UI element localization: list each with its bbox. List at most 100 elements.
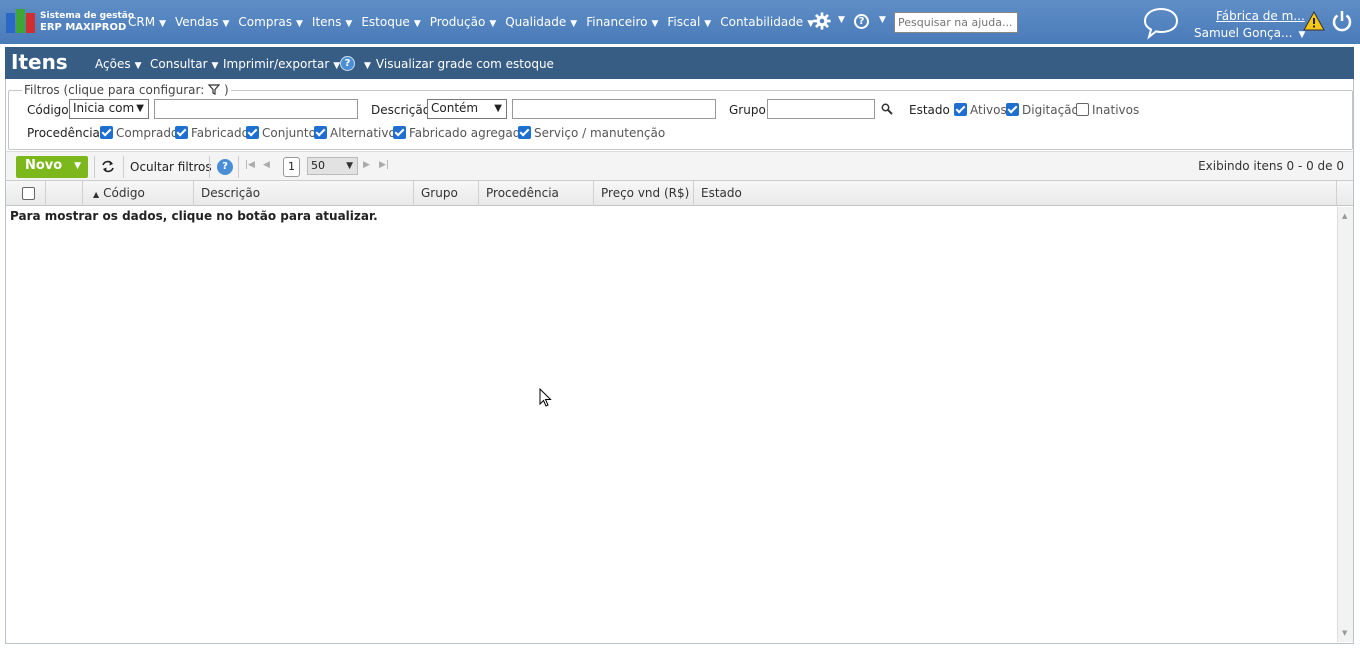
filters-legend[interactable]: Filtros (clique para configurar: ) (22, 83, 231, 97)
menu-fiscal[interactable]: Fiscal ▼ (667, 15, 711, 29)
help-search-input[interactable] (894, 12, 1018, 33)
scroll-up-icon[interactable]: ▲ (1342, 212, 1347, 220)
origin-alternativo-label: Alternativo (330, 126, 396, 140)
gear-chevron-down-icon[interactable]: ▼ (838, 15, 845, 25)
erp-logo-icon[interactable] (6, 9, 36, 35)
toolbar-divider (238, 156, 239, 178)
menu-consultar-label: Consultar (150, 57, 208, 71)
first-page-icon[interactable]: |◀ (245, 160, 255, 170)
chevron-down-icon: ▼ (413, 19, 421, 29)
column-header-grupo[interactable]: Grupo (414, 181, 479, 206)
code-filter-mode-select[interactable]: Inicia com ▼ (69, 99, 149, 119)
filters-legend-close: ) (223, 83, 229, 97)
menu-contabilidade[interactable]: Contabilidade ▼ (720, 15, 814, 29)
help-icon[interactable]: ? (340, 56, 355, 71)
page-size-select[interactable]: 50 ▼ (307, 157, 358, 175)
brand-line-2: ERP MAXIPROD (40, 22, 127, 33)
chevron-down-icon: ▼ (570, 19, 578, 29)
column-header-codigo[interactable]: ▲ Código (83, 181, 194, 206)
menu-consultar[interactable]: Consultar ▼ (150, 57, 218, 71)
last-page-icon[interactable]: ▶| (379, 160, 389, 170)
origin-comprado-checkbox[interactable] (100, 126, 113, 139)
view-stock-grid-label: Visualizar grade com estoque (375, 57, 554, 71)
origin-fabricado-checkbox[interactable] (175, 126, 188, 139)
select-all-checkbox[interactable] (22, 187, 35, 200)
chevron-down-icon: ▼ (364, 61, 371, 71)
origin-conjunto-checkbox[interactable] (246, 126, 259, 139)
brand-name: Sistema de gestão ERP MAXIPROD (40, 10, 134, 34)
menu-producao[interactable]: Produção ▼ (430, 15, 496, 29)
menu-vendas-label: Vendas (175, 15, 219, 29)
menu-financeiro[interactable]: Financeiro ▼ (586, 15, 658, 29)
menu-estoque[interactable]: Estoque ▼ (361, 15, 420, 29)
state-inativos-checkbox[interactable] (1076, 103, 1089, 116)
menu-qualidade[interactable]: Qualidade ▼ (505, 15, 577, 29)
menu-imprimir-exportar-label: Imprimir/exportar (223, 57, 330, 71)
description-filter-input[interactable] (512, 99, 716, 119)
chevron-down-icon: ▼ (489, 19, 497, 29)
state-digitacao-label: Digitação (1022, 103, 1079, 117)
chevron-down-icon: ▼ (211, 61, 219, 71)
menu-itens[interactable]: Itens ▼ (312, 15, 352, 29)
page-title: Itens (11, 50, 68, 74)
chevron-down-icon: ▼ (134, 61, 142, 71)
state-digitacao-checkbox[interactable] (1006, 103, 1019, 116)
column-header-procedencia[interactable]: Procedência (479, 181, 594, 206)
menu-estoque-label: Estoque (361, 15, 410, 29)
page-size-value: 50 (311, 159, 325, 172)
previous-page-icon[interactable]: ◀ (263, 160, 270, 170)
filter-icon[interactable] (207, 84, 221, 95)
menu-compras-label: Compras (238, 15, 292, 29)
menu-contabilidade-label: Contabilidade (720, 15, 804, 29)
menu-itens-label: Itens (311, 15, 342, 29)
user-menu[interactable]: Samuel Gonça... ▼ (1194, 26, 1305, 40)
warning-icon[interactable] (1303, 11, 1325, 31)
view-stock-grid-link[interactable]: ▼ Visualizar grade com estoque (364, 57, 554, 71)
scroll-down-icon[interactable]: ▼ (1342, 629, 1347, 637)
description-filter-mode-select[interactable]: Contém ▼ (427, 99, 507, 119)
menu-acoes[interactable]: Ações ▼ (95, 57, 142, 71)
group-filter-input[interactable] (767, 99, 875, 119)
refresh-icon[interactable] (101, 160, 115, 173)
column-header-descricao[interactable]: Descrição (194, 181, 414, 206)
page-number-input[interactable]: 1 (283, 157, 300, 177)
next-page-icon[interactable]: ▶ (363, 160, 370, 170)
power-icon[interactable] (1331, 9, 1353, 33)
chevron-down-icon: ▼ (651, 19, 659, 29)
origin-fabricado-agregado-checkbox[interactable] (393, 126, 406, 139)
menu-producao-label: Produção (429, 15, 486, 29)
actions-column-header (46, 181, 83, 206)
code-filter-mode-value: Inicia com (73, 101, 135, 115)
menu-vendas[interactable]: Vendas ▼ (175, 15, 229, 29)
select-all-cell (6, 181, 46, 206)
new-item-button[interactable]: Novo ▼ (16, 156, 88, 178)
origin-comprado-label: Comprado (116, 126, 179, 140)
origin-servico-checkbox[interactable] (518, 126, 531, 139)
help-icon[interactable]: ? (217, 159, 233, 175)
menu-acoes-label: Ações (95, 57, 131, 71)
search-icon[interactable] (881, 103, 893, 115)
hide-filters-button[interactable]: Ocultar filtros (130, 160, 212, 174)
menu-fiscal-label: Fiscal (667, 15, 701, 29)
menu-compras[interactable]: Compras ▼ (238, 15, 303, 29)
page-title-bar: Itens Ações ▼ Consultar ▼ Imprimir/exporta… (5, 47, 1354, 79)
gear-icon[interactable] (813, 12, 831, 30)
description-filter-label: Descrição (371, 103, 431, 117)
chevron-down-icon: ▼ (704, 19, 712, 29)
menu-crm[interactable]: CRM ▼ (128, 15, 166, 29)
help-chevron-down-icon[interactable]: ▼ (879, 15, 886, 25)
grid-header: ▲ Código Descrição Grupo Procedência Preç… (6, 180, 1353, 206)
code-filter-input[interactable] (154, 99, 358, 119)
grid-scrollbar[interactable]: ▲ ▼ (1337, 207, 1353, 642)
help-icon[interactable]: ? (854, 14, 869, 29)
menu-imprimir-exportar[interactable]: Imprimir/exportar ▼ (223, 57, 340, 71)
state-filter-label: Estado (909, 103, 950, 117)
origin-alternativo-checkbox[interactable] (314, 126, 327, 139)
description-filter-mode-value: Contém (431, 101, 479, 115)
column-header-estado[interactable]: Estado (694, 181, 1337, 206)
column-header-preco[interactable]: Preço vnd (R$) (594, 181, 694, 206)
main-menu: CRM ▼ Vendas ▼ Compras ▼ Itens ▼ Estoque ▼ Pr… (128, 15, 823, 29)
chat-icon[interactable] (1142, 6, 1180, 40)
state-ativos-checkbox[interactable] (954, 103, 967, 116)
company-link[interactable]: Fábrica de m... (1216, 9, 1305, 23)
